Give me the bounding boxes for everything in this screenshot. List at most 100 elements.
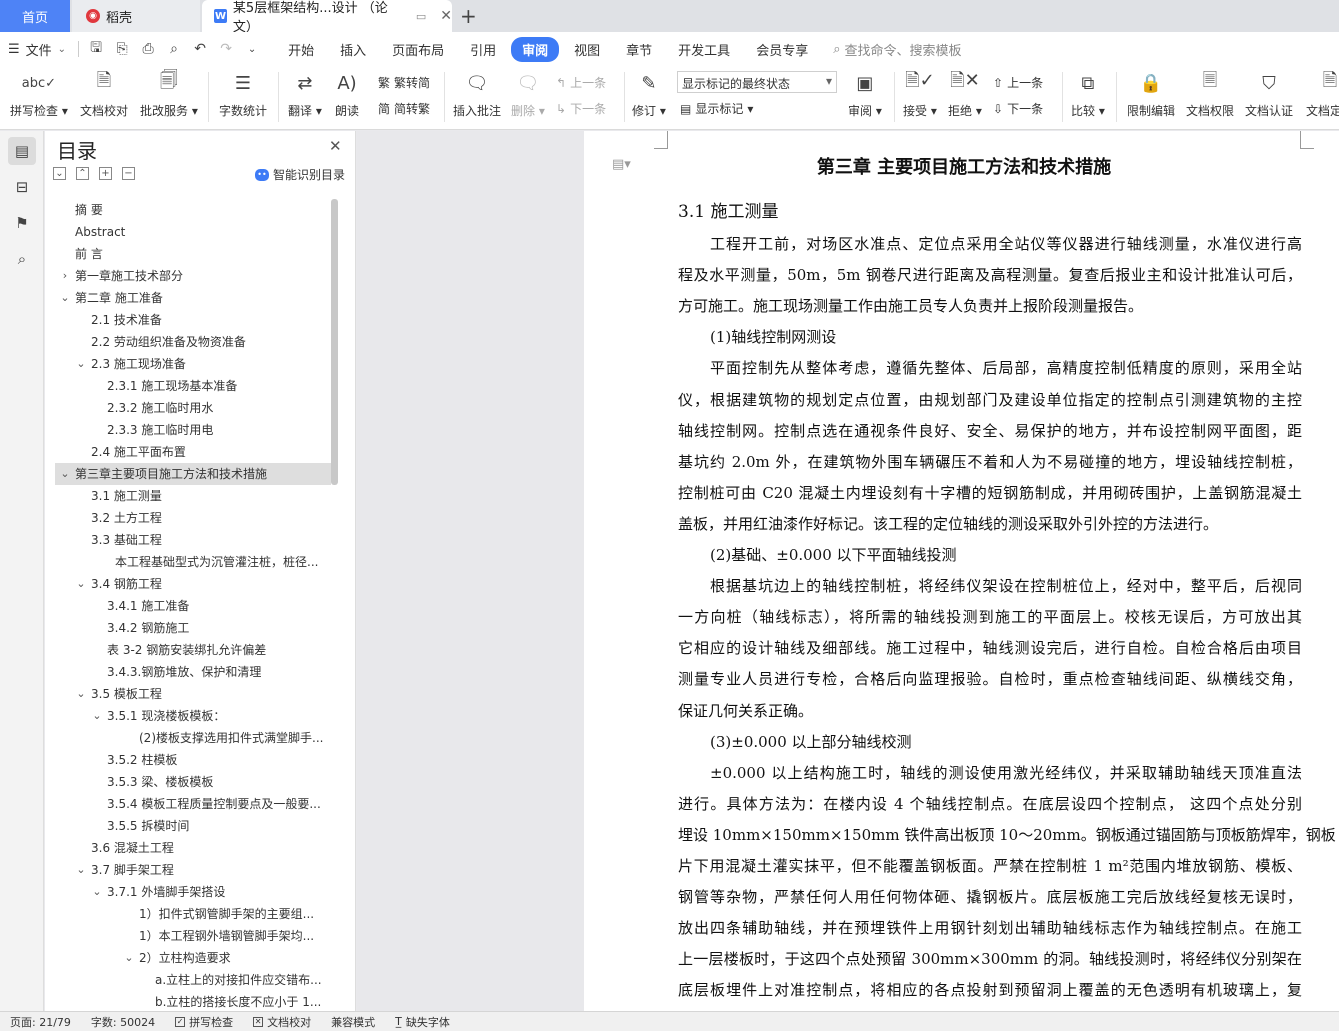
toc-item[interactable]: 前 言 [55, 243, 331, 265]
missing-font-button[interactable]: T̲ 缺失字体 [385, 1014, 460, 1030]
next-change-button[interactable]: ⇩ 下一条 [993, 100, 1043, 117]
tab-start[interactable]: 开始 [277, 37, 325, 62]
quick-access-more-icon[interactable]: ⌄ [239, 44, 265, 55]
add-level-icon[interactable]: + [99, 167, 112, 180]
tab-section[interactable]: 章节 [615, 37, 663, 62]
toc-item[interactable]: 3.1 施工测量 [55, 485, 331, 507]
document-area[interactable]: ▤▾ 第三章 主要项目施工方法和技术措施 3.1 施工测量 工程开工前，对场区水… [357, 131, 1339, 1011]
toc-item[interactable]: 3.4.2 钢筋施工 [55, 617, 331, 639]
word-count-indicator[interactable]: 字数: 50024 [81, 1014, 165, 1030]
toc-item[interactable]: 1）本工程钢外墙钢管脚手架均... [55, 925, 331, 947]
toc-item[interactable]: 3.4.1 施工准备 [55, 595, 331, 617]
tab-view[interactable]: 视图 [563, 37, 611, 62]
markup-mode-select[interactable]: 显示标记的最终状态 [677, 71, 837, 93]
doc-proof-toggle[interactable]: ✕ 文档校对 [243, 1014, 321, 1030]
toc-item[interactable]: b.立柱的搭接长度不应小于 1... [55, 991, 331, 1013]
accept-button[interactable]: 🗎✓ 接受 ▾ [903, 68, 937, 119]
trad-to-simp-button[interactable]: 繁 繁转简 [378, 74, 430, 91]
print-icon[interactable]: ⎙ [135, 41, 161, 57]
chevron-down-icon[interactable]: ⌄ [59, 463, 71, 485]
toc-item[interactable]: 本工程基础型式为沉管灌注桩，桩径... [55, 551, 331, 573]
review-pane-button[interactable]: ▣ 审阅 ▾ [848, 68, 882, 119]
tab-document[interactable]: W 某5层框架结构...设计 （论文） ▭ ✕ [202, 0, 452, 35]
toc-item[interactable]: (2)楼板支撑选用扣件式满堂脚手... [55, 727, 331, 749]
bookmark-icon[interactable]: ⚑ [8, 209, 36, 237]
doc-proof-button[interactable]: 🗎 文档校对 [80, 68, 128, 119]
doc-finalize-button[interactable]: 🗎 文档定稿 [1306, 68, 1339, 119]
close-icon[interactable]: ✕ [329, 137, 342, 155]
smart-toc-button[interactable]: •• 智能识别目录 [255, 166, 345, 183]
close-tab-icon[interactable]: ✕ [440, 8, 452, 24]
toc-item[interactable]: ⌄ 2.3 施工现场准备 [55, 353, 331, 375]
read-aloud-button[interactable]: A) 朗读 [332, 68, 362, 119]
command-search[interactable]: ⌕ 查找命令、搜索模板 [833, 40, 961, 59]
chevron-down-icon[interactable]: ⌄ [75, 353, 87, 375]
toc-item[interactable]: 3.5.3 梁、楼板模板 [55, 771, 331, 793]
redo-icon[interactable]: ↷ [213, 41, 239, 57]
toc-item[interactable]: 3.5.5 拆模时间 [55, 815, 331, 837]
tab-references[interactable]: 引用 [459, 37, 507, 62]
compare-button[interactable]: ⧉ 比较 ▾ [1071, 68, 1105, 119]
tab-member[interactable]: 会员专享 [745, 37, 819, 62]
chevron-down-icon[interactable]: ⌄ [123, 947, 135, 969]
export-pdf-icon[interactable]: ⎘ [109, 41, 135, 57]
print-preview-icon[interactable]: ⌕ [161, 41, 187, 57]
tab-developer[interactable]: 开发工具 [667, 37, 741, 62]
toc-item[interactable]: ⌄ 3.7 脚手架工程 [55, 859, 331, 881]
toc-item[interactable]: 2.2 劳动组织准备及物资准备 [55, 331, 331, 353]
chapter-nav-icon[interactable]: ⊟ [8, 173, 36, 201]
track-changes-button[interactable]: ✎ 修订 ▾ [632, 68, 666, 119]
insert-comment-button[interactable]: 🗨 插入批注 [453, 68, 501, 119]
toc-item[interactable]: Abstract [55, 221, 331, 243]
toc-item[interactable]: ⌄ 3.5.1 现浇楼板模板： [55, 705, 331, 727]
chevron-down-icon[interactable]: ⌄ [75, 859, 87, 881]
toc-item[interactable]: 2.3.3 施工临时用电 [55, 419, 331, 441]
toc-item[interactable]: 3.5.2 柱模板 [55, 749, 331, 771]
collapse-all-icon[interactable]: ⌄ [53, 167, 66, 180]
undo-icon[interactable]: ↶ [187, 41, 213, 57]
toc-item[interactable]: 3.2 土方工程 [55, 507, 331, 529]
toc-item[interactable]: 3.3 基础工程 [55, 529, 331, 551]
spell-check-toggle[interactable]: ✓ 拼写检查 [165, 1014, 243, 1030]
chevron-down-icon[interactable]: ⌄ [91, 881, 103, 903]
save-icon[interactable]: 🖫 [83, 37, 109, 61]
show-markup-button[interactable]: ▤ 显示标记 ▾ [680, 100, 753, 117]
file-menu-button[interactable]: ☰ 文件 ⌄ [0, 40, 74, 59]
toc-item[interactable]: 2.3.2 施工临时用水 [55, 397, 331, 419]
chevron-down-icon[interactable]: ⌄ [59, 287, 71, 309]
restrict-edit-button[interactable]: 🔒 限制编辑 [1127, 68, 1175, 119]
toc-panel-icon[interactable]: ▤ [8, 137, 36, 165]
toc-item[interactable]: 3.6 混凝土工程 [55, 837, 331, 859]
prev-change-button[interactable]: ⇧ 上一条 [993, 74, 1043, 91]
reject-button[interactable]: 🗎✕ 拒绝 ▾ [948, 68, 982, 119]
toc-item[interactable]: ⌄ 3.4 钢筋工程 [55, 573, 331, 595]
toc-item[interactable]: ⌄ 第二章 施工准备 [55, 287, 331, 309]
toc-item[interactable]: 摘 要 [55, 199, 331, 221]
tab-daoke[interactable]: ◉ 稻壳 [72, 0, 200, 32]
toc-item[interactable]: 2.3.1 施工现场基本准备 [55, 375, 331, 397]
chevron-right-icon[interactable]: › [59, 265, 71, 287]
chevron-down-icon[interactable]: ⌄ [75, 683, 87, 705]
doc-permission-button[interactable]: 🗏 文档权限 [1186, 68, 1234, 119]
toc-item[interactable]: 3.4.3.钢筋堆放、保护和清理 [55, 661, 331, 683]
toc-item[interactable]: ⌄ 第三章主要项目施工方法和技术措施 [55, 463, 331, 485]
new-tab-icon[interactable]: + [460, 4, 477, 28]
chevron-down-icon[interactable]: ⌄ [75, 573, 87, 595]
toc-item[interactable]: ⌄ 3.7.1 外墙脚手架搭设 [55, 881, 331, 903]
expand-up-icon[interactable]: ⌃ [76, 167, 89, 180]
toc-scrollbar[interactable] [331, 199, 338, 485]
tab-insert[interactable]: 插入 [329, 37, 377, 62]
document-page[interactable]: ▤▾ 第三章 主要项目施工方法和技术措施 3.1 施工测量 工程开工前，对场区水… [584, 131, 1339, 1011]
toc-item[interactable]: a.立柱上的对接扣件应交错布... [55, 969, 331, 991]
annotate-service-button[interactable]: 🗐 批改服务 ▾ [140, 68, 198, 119]
toc-item[interactable]: 2.1 技术准备 [55, 309, 331, 331]
prev-comment-button[interactable]: ↰ 上一条 [556, 74, 606, 91]
toc-item[interactable]: › 第一章施工技术部分 [55, 265, 331, 287]
pin-icon[interactable]: ▭ [416, 10, 426, 23]
toc-item[interactable]: ⌄ 2）立柱构造要求 [55, 947, 331, 969]
delete-comment-button[interactable]: 🗨 删除 ▾ [511, 68, 545, 119]
simp-to-trad-button[interactable]: 简 简转繁 [378, 100, 430, 117]
toc-item[interactable]: 表 3-2 钢筋安装绑扎允许偏差 [55, 639, 331, 661]
toc-item[interactable]: 3.5.4 模板工程质量控制要点及一般要... [55, 793, 331, 815]
toc-item[interactable]: 2.4 施工平面布置 [55, 441, 331, 463]
